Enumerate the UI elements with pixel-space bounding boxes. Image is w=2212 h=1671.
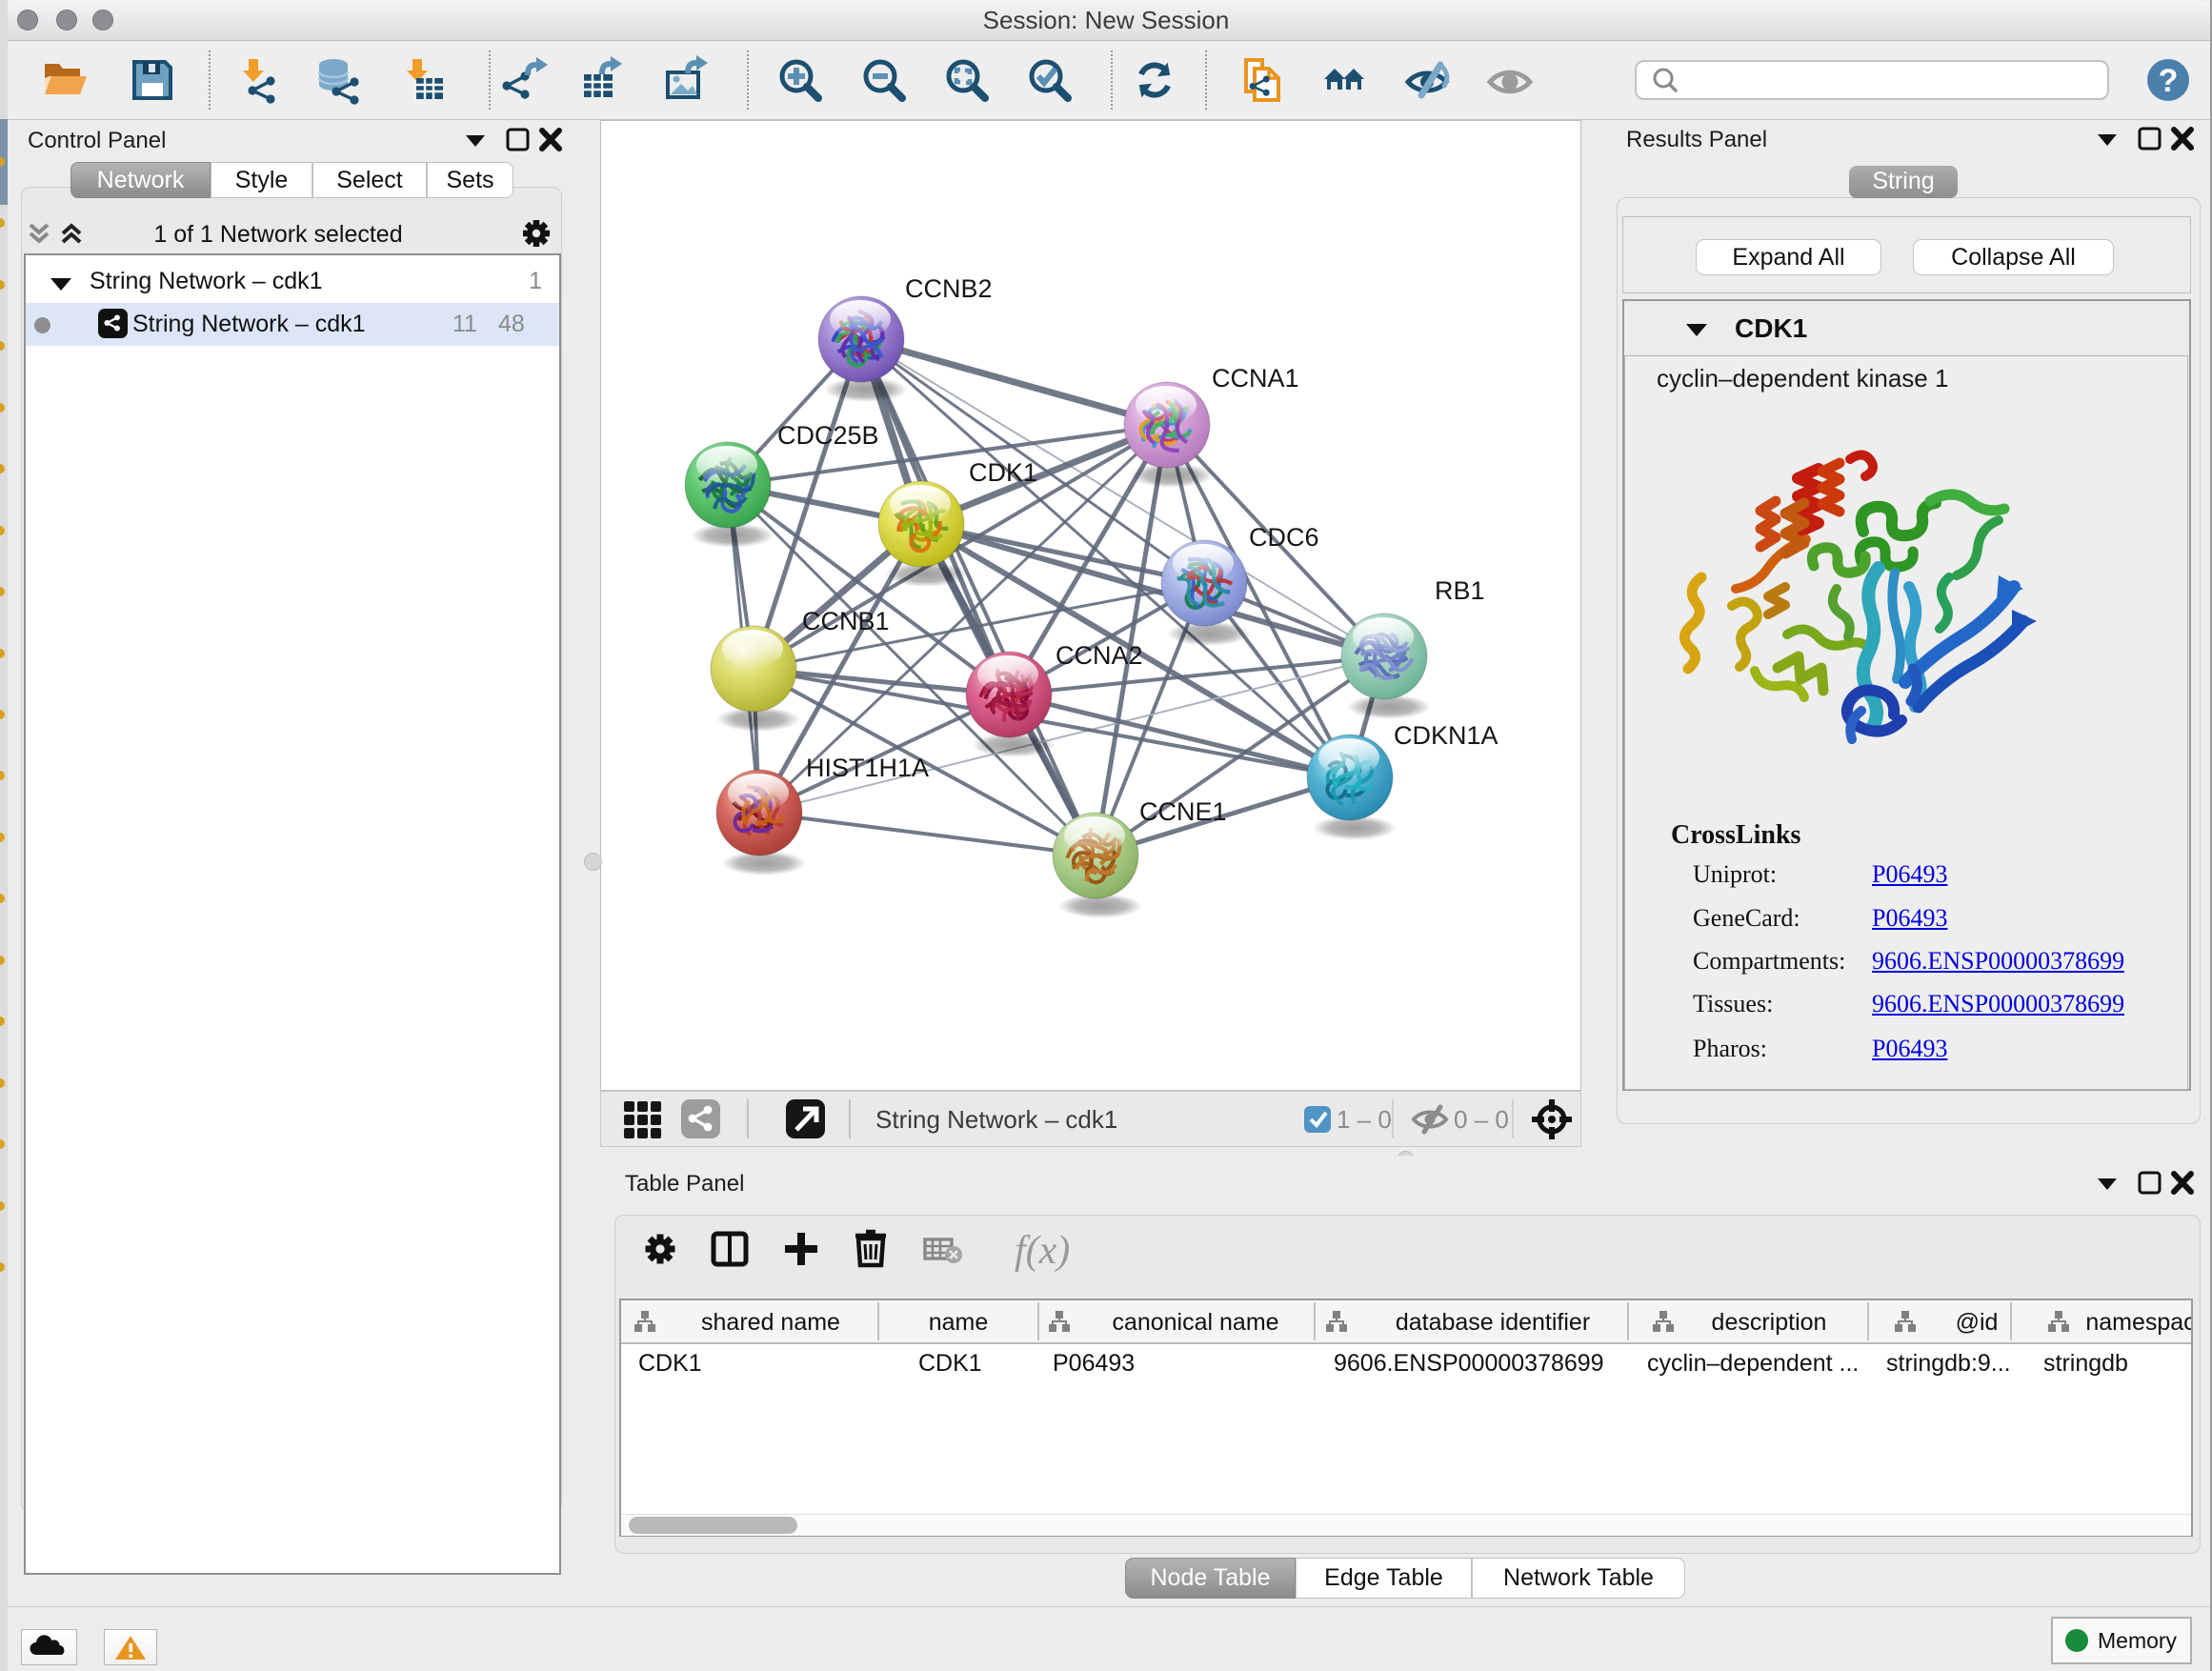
svg-text:CDC6: CDC6 <box>1249 523 1319 552</box>
svg-text:@id: @id <box>1956 1309 1999 1336</box>
svg-text:?: ? <box>2159 63 2179 99</box>
svg-text:description: description <box>1712 1309 1827 1336</box>
svg-text:shared name: shared name <box>701 1309 840 1336</box>
svg-text:CCNA1: CCNA1 <box>1212 364 1299 393</box>
svg-text:canonical name: canonical name <box>1112 1309 1278 1336</box>
svg-text:CCNA2: CCNA2 <box>1056 641 1143 670</box>
svg-text:database identifier: database identifier <box>1396 1309 1590 1336</box>
svg-text:1 – 0: 1 – 0 <box>1337 1105 1392 1134</box>
svg-text:CCNE1: CCNE1 <box>1139 797 1227 826</box>
svg-text:CDKN1A: CDKN1A <box>1394 721 1498 750</box>
svg-text:CDC25B: CDC25B <box>777 421 879 450</box>
svg-text:CCNB2: CCNB2 <box>905 274 993 303</box>
svg-text:CDK1: CDK1 <box>969 458 1037 487</box>
svg-text:0 – 0: 0 – 0 <box>1454 1105 1509 1134</box>
svg-text:HIST1H1A: HIST1H1A <box>806 754 929 782</box>
svg-text:namespac: namespac <box>2085 1309 2191 1336</box>
svg-text:f(x): f(x) <box>1015 1229 1070 1273</box>
svg-text:1 of 1 Network selected: 1 of 1 Network selected <box>153 221 402 248</box>
svg-text:String Network – cdk1: String Network – cdk1 <box>875 1105 1117 1134</box>
svg-text:name: name <box>929 1309 989 1336</box>
svg-text:CCNB1: CCNB1 <box>802 607 890 635</box>
svg-text:RB1: RB1 <box>1435 576 1485 605</box>
